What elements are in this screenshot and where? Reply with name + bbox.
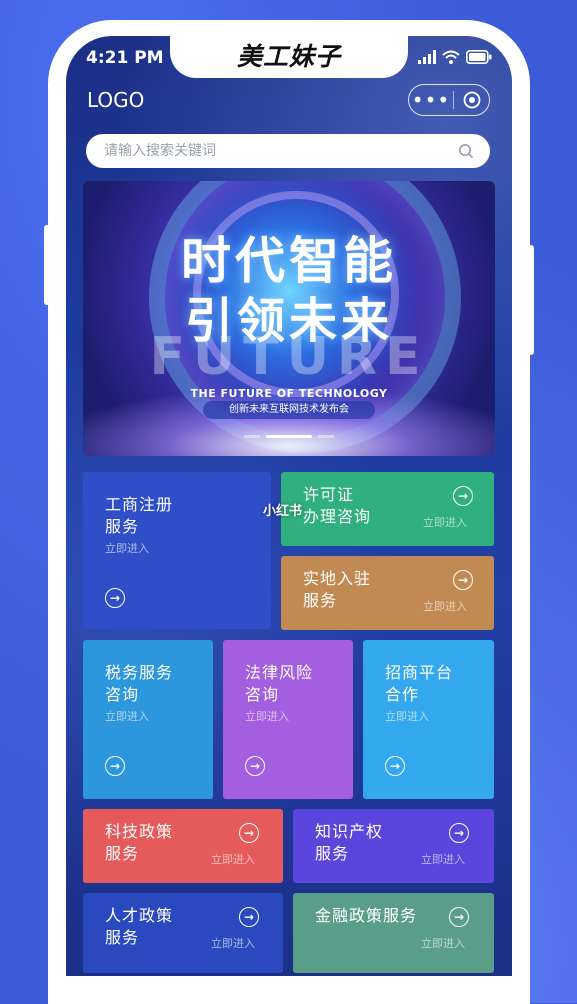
- status-time: 4:21 PM: [86, 48, 164, 68]
- carousel-dot[interactable]: [318, 435, 334, 438]
- arrow-circle-right-icon[interactable]: →: [385, 756, 405, 776]
- service-tile-investment[interactable]: 招商平台合作立即进入 →: [363, 640, 494, 799]
- arrow-circle-right-icon[interactable]: →: [449, 907, 469, 927]
- service-title-line-2: 服务: [303, 591, 338, 610]
- app-logo[interactable]: LOGO: [87, 88, 144, 112]
- service-title: 招商平台 合作: [385, 662, 453, 706]
- service-title-line-1: 知识产权: [315, 822, 384, 841]
- banner-headline-2: 引领未来: [184, 293, 393, 349]
- arrow-circle-right-icon[interactable]: →: [105, 756, 125, 776]
- service-title-line-2: 合作: [385, 685, 420, 704]
- service-tile-legal[interactable]: 法律风险咨询立即进入 →: [223, 640, 353, 799]
- wifi-icon: [442, 50, 460, 64]
- status-icons: [418, 50, 492, 64]
- service-tile-finance-policy[interactable]: 金融政策服务 立即进入 →: [293, 893, 494, 973]
- more-menu-button[interactable]: •••: [409, 90, 453, 110]
- arrow-circle-right-icon[interactable]: →: [245, 756, 265, 776]
- arrow-circle-right-icon[interactable]: →: [105, 588, 125, 608]
- search-icon[interactable]: [458, 143, 474, 159]
- service-title-line-2: 办理咨询: [303, 507, 372, 526]
- service-tile-tech-policy[interactable]: 科技政策 服务 立即进入 →: [83, 809, 283, 883]
- service-title-line-2: 咨询: [245, 685, 280, 704]
- enter-link-text[interactable]: 立即进入: [423, 598, 467, 614]
- enter-link-text[interactable]: 立即进入: [105, 708, 149, 724]
- enter-link-text[interactable]: 立即进入: [245, 708, 289, 724]
- service-title-line-1: 金融政策服务: [315, 906, 418, 925]
- enter-link-text[interactable]: 立即进入: [211, 851, 255, 867]
- arrow-circle-right-icon[interactable]: →: [453, 570, 473, 590]
- signal-icon: [418, 50, 436, 64]
- banner-english-title: THE FUTURE OF TECHNOLOGY: [190, 387, 388, 400]
- service-title-line-1: 招商平台: [385, 663, 454, 682]
- service-title-line-1: 人才政策: [105, 906, 174, 925]
- service-title: 实地入驻 服务: [303, 568, 371, 612]
- hero-banner-carousel[interactable]: FUTURE 时代智能 引领未来 THE FUTURE OF TECHNOLOG…: [83, 181, 495, 456]
- service-title-line-1: 法律风险: [245, 663, 314, 682]
- service-title-line-1: 科技政策: [105, 822, 174, 841]
- carousel-indicators: [83, 435, 495, 438]
- service-title-line-2: 咨询: [105, 685, 140, 704]
- service-title: 税务服务 咨询: [105, 662, 173, 706]
- service-title-line-1: 税务服务: [105, 663, 174, 682]
- carousel-dot-active[interactable]: [266, 435, 312, 438]
- mini-program-capsule: •••: [408, 84, 490, 116]
- arrow-circle-right-icon[interactable]: →: [453, 486, 473, 506]
- service-title: 知识产权 服务: [315, 821, 383, 865]
- banner-subtitle: 创新未来互联网技术发布会: [203, 401, 375, 419]
- search-input[interactable]: [102, 142, 426, 160]
- service-tile-ip[interactable]: 知识产权 服务 立即进入 →: [293, 809, 494, 883]
- service-title: 金融政策服务: [315, 905, 417, 927]
- carousel-dot[interactable]: [244, 435, 260, 438]
- enter-link-text[interactable]: 立即进入: [105, 540, 149, 556]
- enter-link-text[interactable]: 立即进入: [423, 514, 467, 530]
- watermark-text: 小红书: [263, 504, 303, 519]
- search-bar[interactable]: [86, 134, 490, 168]
- enter-link-text[interactable]: 立即进入: [385, 708, 429, 724]
- service-tile-tax[interactable]: 税务服务咨询立即进入 →: [83, 640, 213, 799]
- brand-overlay-text: 美工妹子: [236, 42, 341, 71]
- service-tile-talent-policy[interactable]: 人才政策 服务 立即进入 →: [83, 893, 283, 973]
- arrow-circle-right-icon[interactable]: →: [449, 823, 469, 843]
- service-title: 许可证 办理咨询: [303, 484, 371, 528]
- enter-link-text[interactable]: 立即进入: [421, 851, 465, 867]
- service-title-line-1: 工商注册: [105, 495, 174, 514]
- service-tile-license[interactable]: 许可证 办理咨询 立即进入 →: [281, 472, 494, 546]
- service-title-line-2: 服务: [105, 844, 140, 863]
- service-title-line-2: 服务: [315, 844, 350, 863]
- service-title-line-2: 服务: [105, 928, 140, 947]
- service-title-line-1: 实地入驻: [303, 569, 372, 588]
- target-circle-icon: [463, 91, 480, 109]
- battery-icon: [466, 50, 492, 64]
- close-mini-program-button[interactable]: [454, 91, 489, 109]
- service-title: 工商注册 服务: [105, 494, 173, 538]
- arrow-circle-right-icon[interactable]: →: [239, 907, 259, 927]
- enter-link-text[interactable]: 立即进入: [211, 935, 255, 951]
- service-title-line-2: 服务: [105, 517, 140, 536]
- enter-link-text[interactable]: 立即进入: [421, 935, 465, 951]
- service-tile-onsite[interactable]: 实地入驻 服务 立即进入 →: [281, 556, 494, 630]
- service-title: 法律风险 咨询: [245, 662, 313, 706]
- service-title: 人才政策 服务: [105, 905, 173, 949]
- service-title-line-1: 许可证: [303, 485, 355, 504]
- service-tile-business-registration[interactable]: 工商注册服务立即进入 →: [83, 472, 271, 629]
- arrow-circle-right-icon[interactable]: →: [239, 823, 259, 843]
- service-title: 科技政策 服务: [105, 821, 173, 865]
- phone-notch: 美工妹子: [170, 36, 408, 78]
